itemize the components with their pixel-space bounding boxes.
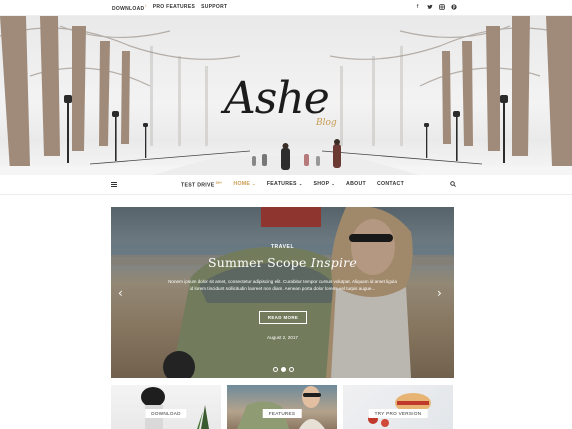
instagram-icon[interactable] xyxy=(439,4,445,10)
featured-slider: TRAVEL Summer Scope Inspire Nonem ipsum … xyxy=(111,207,454,378)
top-link-download[interactable]: DOWNLOADi xyxy=(112,4,147,12)
site-logo[interactable]: Ashe Blog xyxy=(224,74,344,130)
promo-download-label: DOWNLOAD xyxy=(145,409,187,418)
nav-item-shop[interactable]: SHOP ⌄ xyxy=(313,181,335,189)
nav-item-home[interactable]: HOME ⌄ xyxy=(233,181,255,189)
header-image: Ashe Blog xyxy=(0,16,572,175)
slide-date: August 2, 2017 xyxy=(267,335,298,340)
slider-dots xyxy=(273,367,294,372)
nav-menu: TEST DRIVE99+ HOME ⌄ FEATURES ⌄ SHOP ⌄ ABOU… xyxy=(181,181,404,189)
promo-features-photo xyxy=(237,386,325,429)
promo-features-label: FEATURES xyxy=(262,409,302,418)
top-link-pro-features[interactable]: PRO FEATURES xyxy=(153,4,195,12)
promo-try-pro-label: TRY PRO VERSION xyxy=(368,409,428,418)
social-links: f xyxy=(415,4,457,10)
slide-title[interactable]: Summer Scope Inspire xyxy=(111,255,454,270)
promo-pro-photo xyxy=(368,393,431,427)
hamburger-menu-icon[interactable] xyxy=(111,182,117,187)
slider-dot-1[interactable] xyxy=(273,367,278,372)
pinterest-icon[interactable] xyxy=(451,4,457,10)
main-nav: TEST DRIVE99+ HOME ⌄ FEATURES ⌄ SHOP ⌄ ABOU… xyxy=(0,175,572,195)
read-more-button[interactable]: READ MORE xyxy=(259,311,307,324)
search-icon[interactable] xyxy=(450,181,456,187)
slider-prev-arrow-icon[interactable]: ‹ xyxy=(118,287,128,299)
slider-dot-3[interactable] xyxy=(289,367,294,372)
promo-box-try-pro[interactable]: TRY PRO VERSION xyxy=(343,385,453,429)
promo-box-features[interactable]: FEATURES xyxy=(227,385,337,429)
chevron-down-icon: ⌄ xyxy=(252,181,256,186)
nav-item-test-drive[interactable]: TEST DRIVE99+ xyxy=(181,181,222,189)
twitter-icon[interactable] xyxy=(427,4,433,10)
slider-next-arrow-icon[interactable]: › xyxy=(437,287,447,299)
promo-box-download[interactable]: DOWNLOAD xyxy=(111,385,221,429)
nav-item-about[interactable]: ABOUT xyxy=(346,181,366,189)
chevron-down-icon: ⌄ xyxy=(298,181,303,186)
nav-item-features[interactable]: FEATURES ⌄ xyxy=(267,181,303,189)
download-sup: i xyxy=(145,4,147,8)
slider-dot-2[interactable] xyxy=(281,367,286,372)
nav-item-contact[interactable]: CONTACT xyxy=(377,181,404,189)
top-link-support[interactable]: SUPPORT xyxy=(201,4,227,12)
logo-text: Ashe xyxy=(224,73,330,124)
test-drive-badge: 99+ xyxy=(215,181,223,185)
slide-category[interactable]: TRAVEL xyxy=(111,244,454,250)
facebook-icon[interactable]: f xyxy=(415,4,420,10)
logo-subtext: Blog xyxy=(316,118,337,128)
slide-content: TRAVEL Summer Scope Inspire Nonem ipsum … xyxy=(111,207,454,378)
top-links: DOWNLOADi PRO FEATURES SUPPORT xyxy=(112,4,227,12)
promo-download-photo xyxy=(141,387,209,429)
slide-excerpt: Nonem ipsum dolor sit amet, consectetur … xyxy=(168,279,397,291)
chevron-down-icon: ⌄ xyxy=(331,181,336,186)
top-bar: DOWNLOADi PRO FEATURES SUPPORT f xyxy=(0,0,572,16)
